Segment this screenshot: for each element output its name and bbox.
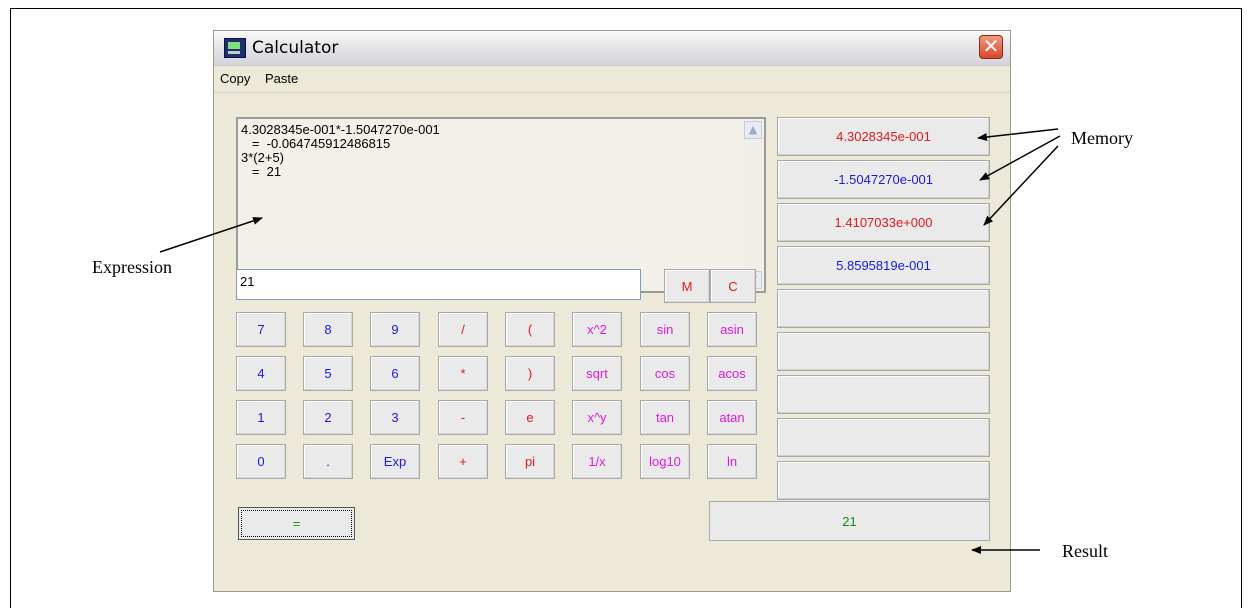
memory-arrow [979,135,1061,181]
annotation-arrows [159,128,1061,554]
expression-arrow [159,217,263,253]
memory-arrow [977,128,1059,141]
